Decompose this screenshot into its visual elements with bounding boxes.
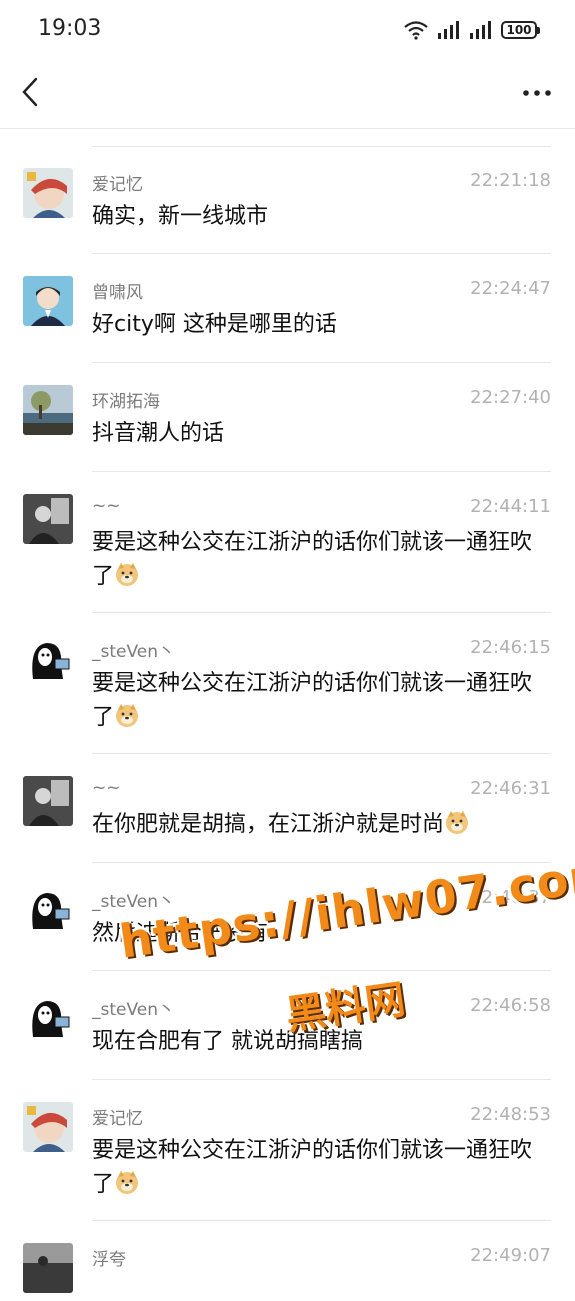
comment-text: 要是这种公交在江浙沪的话你们就该一通狂吹了 [92,1134,545,1202]
comment-author[interactable]: 曾啸风 [92,278,143,303]
comment-item[interactable]: 爱记忆 22:48:53 要是这种公交在江浙沪的话你们就该一通狂吹了 [0,1080,575,1221]
comment-item[interactable]: 浮夸 22:49:07 [0,1221,575,1301]
avatar[interactable] [23,494,73,544]
battery-icon: 100 [501,21,540,39]
battery-level: 100 [506,23,532,37]
more-dots-icon [523,90,551,96]
doge-emoji-icon [116,1171,139,1194]
comment-item[interactable]: ~~ 22:44:11 要是这种公交在江浙沪的话你们就该一通狂吹了 [0,472,575,613]
comment-author[interactable]: ~~ [92,778,121,798]
wifi-icon [404,21,428,40]
more-options-button[interactable] [519,78,555,108]
status-time: 19:03 [38,16,102,41]
comment-time: 22:46:58 [470,995,551,1016]
doge-emoji-icon [446,811,469,834]
comment-item[interactable]: _steVen丶 22:46:37 然后迪斯合肥没有 [0,863,575,971]
comment-time: 22:46:15 [470,637,551,658]
comment-item[interactable]: _steVen丶 22:46:15 要是这种公交在江浙沪的话你们就该一通狂吹了 [0,613,575,754]
comment-author[interactable]: _steVen丶 [92,637,175,662]
comment-text-content: 要是这种公交在江浙沪的话你们就该一通狂吹了 [92,530,533,589]
comment-time: 22:27:40 [470,387,551,408]
avatar[interactable] [23,635,73,685]
comment-author[interactable]: ~~ [92,496,121,516]
comment-time: 22:49:07 [470,1245,551,1266]
signal-icon [438,21,459,39]
comment-text: 好city啊 这种是哪里的话 [92,308,545,342]
comment-item[interactable]: _steVen丶 22:46:58 现在合肥有了 就说胡搞瞎搞 [0,971,575,1080]
doge-emoji-icon [116,563,139,586]
avatar[interactable] [23,168,73,218]
comment-text-content: 抖音潮人的话 [92,421,225,446]
nav-bar [0,60,575,129]
comment-text-content: 要是这种公交在江浙沪的话你们就该一通狂吹了 [92,1138,533,1197]
comment-item[interactable]: 环湖拓海 22:27:40 抖音潮人的话 [0,363,575,472]
comment-text-content: 然后迪斯合肥没有 [92,921,269,946]
comment-text-content: 要是这种公交在江浙沪的话你们就该一通狂吹了 [92,671,533,730]
comment-time: 22:46:31 [470,778,551,799]
avatar[interactable] [23,1243,73,1293]
chevron-left-icon [22,77,38,107]
signal-icon [470,21,491,39]
status-bar: 19:03 100 [0,0,575,60]
comment-text-content: 现在合肥有了 就说胡搞瞎搞 [92,1029,363,1054]
comment-time: 22:44:11 [470,496,551,517]
comment-text: 现在合肥有了 就说胡搞瞎搞 [92,1025,545,1059]
comment-author[interactable]: 爱记忆 [92,170,143,195]
comment-time: 22:24:47 [470,278,551,299]
avatar[interactable] [23,776,73,826]
comment-text: 要是这种公交在江浙沪的话你们就该一通狂吹了 [92,526,545,594]
comment-text: 在你肥就是胡搞，在江浙沪就是时尚 [92,808,545,842]
comment-author[interactable]: 环湖拓海 [92,387,160,412]
comment-item[interactable]: ~~ 22:46:31 在你肥就是胡搞，在江浙沪就是时尚 [0,754,575,863]
comment-author[interactable]: 爱记忆 [92,1104,143,1129]
comment-item[interactable]: 爱记忆 22:21:18 确实，新一线城市 [0,146,575,254]
comment-author[interactable]: _steVen丶 [92,887,175,912]
comment-time: 22:48:53 [470,1104,551,1125]
comment-time: 22:21:18 [470,170,551,191]
comment-list: 爱记忆 22:21:18 确实，新一线城市 曾啸风 22:24:47 好city啊 这种是… [0,146,575,1301]
avatar[interactable] [23,885,73,935]
avatar[interactable] [23,385,73,435]
comment-text: 确实，新一线城市 [92,200,545,234]
avatar[interactable] [23,1102,73,1152]
comment-author[interactable]: 浮夸 [92,1245,126,1270]
doge-emoji-icon [116,704,139,727]
status-icons: 100 [403,18,540,42]
avatar[interactable] [23,993,73,1043]
comment-author[interactable]: _steVen丶 [92,995,175,1020]
avatar[interactable] [23,276,73,326]
comment-text-content: 在你肥就是胡搞，在江浙沪就是时尚 [92,812,445,837]
back-button[interactable] [14,74,46,110]
comment-text-content: 确实，新一线城市 [92,204,269,229]
comment-text: 抖音潮人的话 [92,417,545,451]
comment-text-content: 好city啊 这种是哪里的话 [92,312,337,337]
comment-time: 22:46:37 [470,887,551,908]
comment-text: 要是这种公交在江浙沪的话你们就该一通狂吹了 [92,667,545,735]
comment-item[interactable]: 曾啸风 22:24:47 好city啊 这种是哪里的话 [0,254,575,363]
comment-text: 然后迪斯合肥没有 [92,917,545,951]
